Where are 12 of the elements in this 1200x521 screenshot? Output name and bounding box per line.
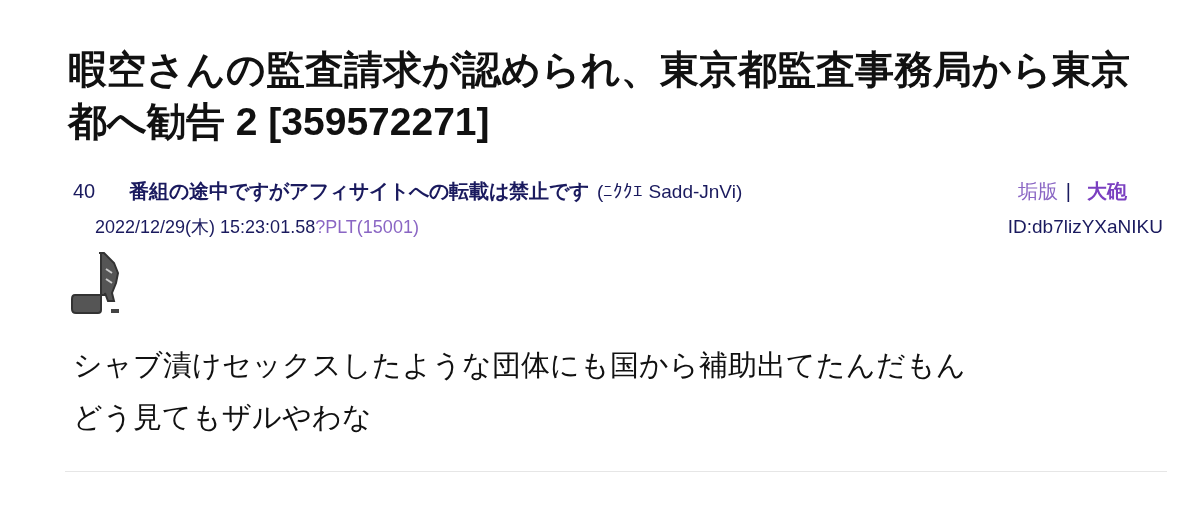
post-body-line: どう見てもザルやわな [73,400,373,435]
thread-title: 暇空さんの監査請求が認められ、東京都監査事務局から東京都へ勧告 2 [359572271] [68,47,1131,145]
poster-id: (ﾆｸｸｴ Sadd-JnVi) [597,181,743,203]
post-number: 40 [73,180,97,203]
user-id: ID:db7lizYXaNIKU [1007,216,1163,238]
poster-name: 番組の途中ですがアフィサイトへの転載は禁止です [129,179,589,204]
plt-link[interactable]: ?PLT(15001) [315,217,419,238]
post-date: 2022/12/29(木) 15:23:01.58 [95,216,316,239]
post-body-line: シャブ漬けセックスしたような団体にも国から補助出てたんだもん [73,348,967,383]
separator: | [1065,180,1071,203]
post-link[interactable]: 大砲 [1087,178,1127,205]
post-link[interactable]: 垢版 [1017,178,1058,205]
